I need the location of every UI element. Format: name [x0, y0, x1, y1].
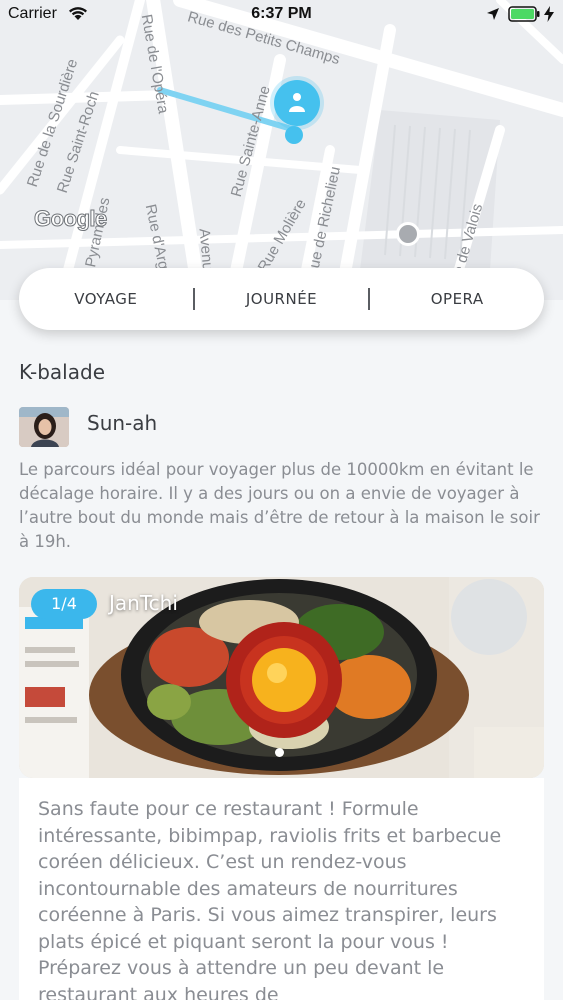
avatar[interactable]: [19, 407, 69, 447]
tab-voyage[interactable]: VOYAGE: [19, 290, 193, 308]
screen: Rue des Petits Champs Rue de l'Opéra Rue…: [0, 0, 563, 1000]
current-location-dot: [396, 222, 420, 246]
avatar-photo: [19, 407, 69, 447]
tab-opera[interactable]: OPERA: [370, 290, 544, 308]
photo-counter-badge: 1/4: [31, 589, 97, 619]
balade-description: Le parcours idéal pour voyager plus de 1…: [19, 460, 540, 551]
tab-journee[interactable]: JOURNÉE: [195, 290, 369, 308]
person-icon: [289, 93, 305, 112]
author-name[interactable]: Sun-ah: [87, 411, 157, 435]
photo-title: JanTchi: [109, 591, 178, 615]
segmented-tabs: VOYAGE JOURNÉE OPERA: [19, 268, 544, 330]
street-label: Avenu: [195, 227, 217, 272]
status-bar: Carrier 6:37 PM: [0, 0, 563, 30]
battery-icon: [508, 6, 540, 22]
clock: 6:37 PM: [251, 5, 312, 22]
charging-bolt-icon: [544, 6, 554, 22]
map-pin[interactable]: [274, 80, 320, 126]
review-card: Sans faute pour ce restaurant ! Formule …: [19, 778, 544, 1000]
pager-dot: [275, 748, 284, 757]
balade-title: K-balade: [19, 360, 105, 384]
route-end-marker: [285, 126, 303, 144]
map-view[interactable]: Rue des Petits Champs Rue de l'Opéra Rue…: [0, 0, 563, 300]
photo-carousel[interactable]: 1/4 JanTchi: [19, 577, 544, 778]
review-text: Sans faute pour ce restaurant ! Formule …: [38, 798, 502, 1000]
google-logo: Google: [34, 206, 108, 232]
location-arrow-icon: [487, 8, 499, 20]
